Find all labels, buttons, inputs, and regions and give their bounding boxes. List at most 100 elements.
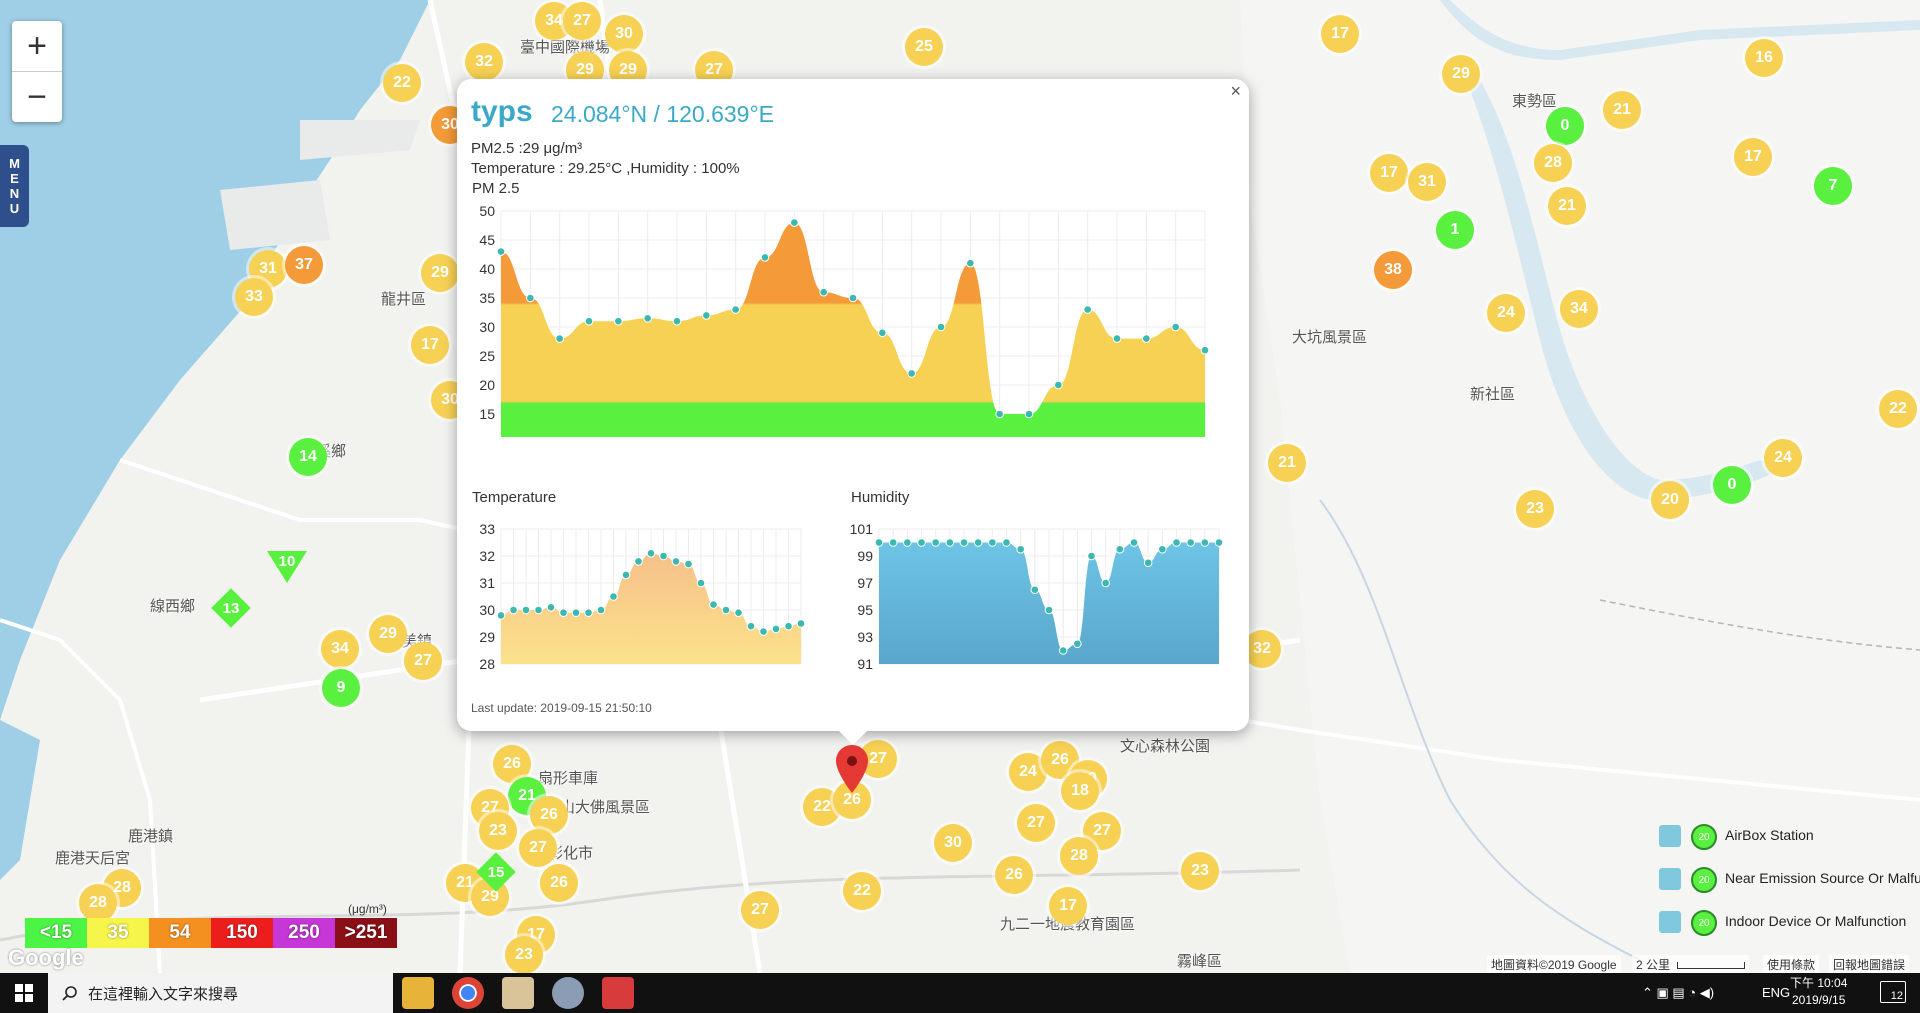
station-marker[interactable]: 23	[1181, 852, 1219, 890]
station-marker[interactable]: 34	[1560, 290, 1598, 328]
data-point[interactable]	[1087, 551, 1096, 561]
station-marker[interactable]: 27	[1017, 804, 1055, 842]
zoom-out-button[interactable]: −	[12, 72, 62, 122]
data-point[interactable]	[734, 608, 743, 617]
data-point[interactable]	[1143, 558, 1153, 568]
station-marker[interactable]: 28	[1060, 837, 1098, 875]
data-point[interactable]	[936, 322, 946, 332]
data-point[interactable]	[659, 551, 668, 561]
station-marker[interactable]: 29	[1442, 55, 1480, 93]
indoor-station-marker[interactable]: 13	[211, 588, 251, 628]
station-marker[interactable]: 0	[1713, 466, 1751, 504]
data-point[interactable]	[1115, 544, 1125, 554]
data-point[interactable]	[496, 247, 506, 256]
data-point[interactable]	[1171, 322, 1180, 332]
station-marker[interactable]: 9	[322, 669, 360, 707]
zoom-in-button[interactable]: +	[12, 21, 62, 72]
data-point[interactable]	[931, 538, 940, 547]
station-marker[interactable]: 1	[1436, 211, 1474, 249]
station-marker[interactable]: 26	[995, 856, 1033, 894]
data-point[interactable]	[614, 316, 623, 326]
station-marker[interactable]: 21	[1268, 444, 1306, 482]
data-point[interactable]	[509, 605, 518, 615]
data-point[interactable]	[1158, 544, 1167, 554]
data-point[interactable]	[646, 549, 656, 558]
map[interactable]: 臺中國際機場 龍井區 線西鄉 鹿港鎮 鹿港天后宮 扇形車庫 八卦山大佛風景區 彰化市 東勢區 大坑…	[0, 0, 1920, 973]
data-point[interactable]	[760, 253, 770, 262]
station-marker[interactable]: 30	[934, 824, 972, 862]
data-point[interactable]	[555, 334, 564, 343]
data-point[interactable]	[671, 557, 681, 566]
data-point[interactable]	[596, 605, 606, 615]
station-marker[interactable]: 23	[505, 936, 543, 973]
data-point[interactable]	[907, 369, 916, 378]
data-point[interactable]	[559, 608, 568, 617]
data-point[interactable]	[1054, 380, 1063, 390]
data-point[interactable]	[1186, 538, 1195, 547]
close-icon[interactable]: ×	[1230, 81, 1241, 102]
station-marker[interactable]: 18	[1061, 772, 1099, 810]
data-point[interactable]	[917, 538, 926, 547]
data-point[interactable]	[609, 592, 618, 601]
station-marker[interactable]: 27	[404, 642, 442, 680]
data-point[interactable]	[973, 538, 983, 547]
data-point[interactable]	[878, 328, 887, 338]
data-point[interactable]	[731, 305, 740, 314]
data-point[interactable]	[995, 409, 1004, 419]
station-marker[interactable]: 17	[1734, 138, 1772, 176]
data-point[interactable]	[759, 627, 768, 636]
station-marker[interactable]: 26	[540, 864, 578, 902]
clock[interactable]: 下午 10:04 2019/9/15	[1790, 975, 1847, 1009]
station-marker[interactable]: 22	[1879, 390, 1917, 428]
data-point[interactable]	[959, 538, 969, 547]
data-point[interactable]	[771, 624, 781, 634]
input-language[interactable]: ENG	[1762, 985, 1790, 1000]
data-point[interactable]	[945, 538, 955, 547]
data-point[interactable]	[546, 603, 556, 612]
station-marker[interactable]: 24	[1487, 294, 1525, 332]
data-point[interactable]	[1073, 639, 1082, 649]
station-marker[interactable]: 28	[79, 884, 117, 922]
station-marker[interactable]: 32	[465, 43, 503, 81]
data-point[interactable]	[903, 538, 912, 547]
tray-icons[interactable]: ⌃ ▣ ▤ ◔ ◀)	[1642, 985, 1714, 1001]
data-point[interactable]	[874, 538, 884, 547]
map-data-attribution[interactable]: 地圖資料©2019 Google	[1487, 955, 1621, 973]
menu-button[interactable]: MENU	[0, 145, 29, 227]
station-marker[interactable]: 29	[369, 615, 407, 653]
data-point[interactable]	[684, 559, 693, 569]
station-marker[interactable]: 30	[605, 15, 643, 53]
station-marker[interactable]: 29	[421, 254, 459, 292]
station-marker[interactable]: 17	[1370, 154, 1408, 192]
station-marker[interactable]: 7	[1814, 167, 1852, 205]
data-point[interactable]	[571, 608, 581, 617]
data-point[interactable]	[696, 578, 706, 588]
app-icon-2[interactable]	[552, 977, 584, 1009]
app-icon-1[interactable]	[502, 977, 534, 1009]
station-marker[interactable]: 17	[1321, 15, 1359, 53]
station-marker[interactable]: 17	[411, 326, 449, 364]
indoor-station-marker[interactable]: 15	[476, 852, 516, 892]
emission-station-marker[interactable]: 10	[267, 551, 307, 583]
data-point[interactable]	[988, 538, 997, 547]
station-marker[interactable]: 16	[1745, 39, 1783, 77]
data-point[interactable]	[1112, 334, 1122, 343]
station-marker[interactable]: 20	[1651, 481, 1689, 519]
station-marker[interactable]: 22	[843, 872, 881, 910]
location-pin[interactable]	[836, 745, 868, 798]
data-point[interactable]	[746, 621, 756, 631]
station-marker[interactable]: 24	[1764, 439, 1802, 477]
notification-center[interactable]: 12	[1880, 981, 1906, 1003]
station-marker[interactable]: 17	[1049, 887, 1087, 925]
taskbar-search[interactable]: 在這裡輸入文字來搜尋	[48, 973, 393, 1013]
data-point[interactable]	[634, 557, 643, 566]
data-point[interactable]	[1200, 345, 1210, 355]
data-point[interactable]	[1142, 334, 1151, 343]
data-point[interactable]	[1101, 578, 1110, 588]
station-marker[interactable]: 34	[321, 630, 359, 668]
station-marker[interactable]: 28	[1534, 144, 1572, 182]
data-point[interactable]	[796, 619, 806, 628]
station-marker[interactable]: 27	[519, 829, 557, 867]
data-point[interactable]	[1002, 538, 1011, 547]
data-point[interactable]	[709, 600, 718, 609]
